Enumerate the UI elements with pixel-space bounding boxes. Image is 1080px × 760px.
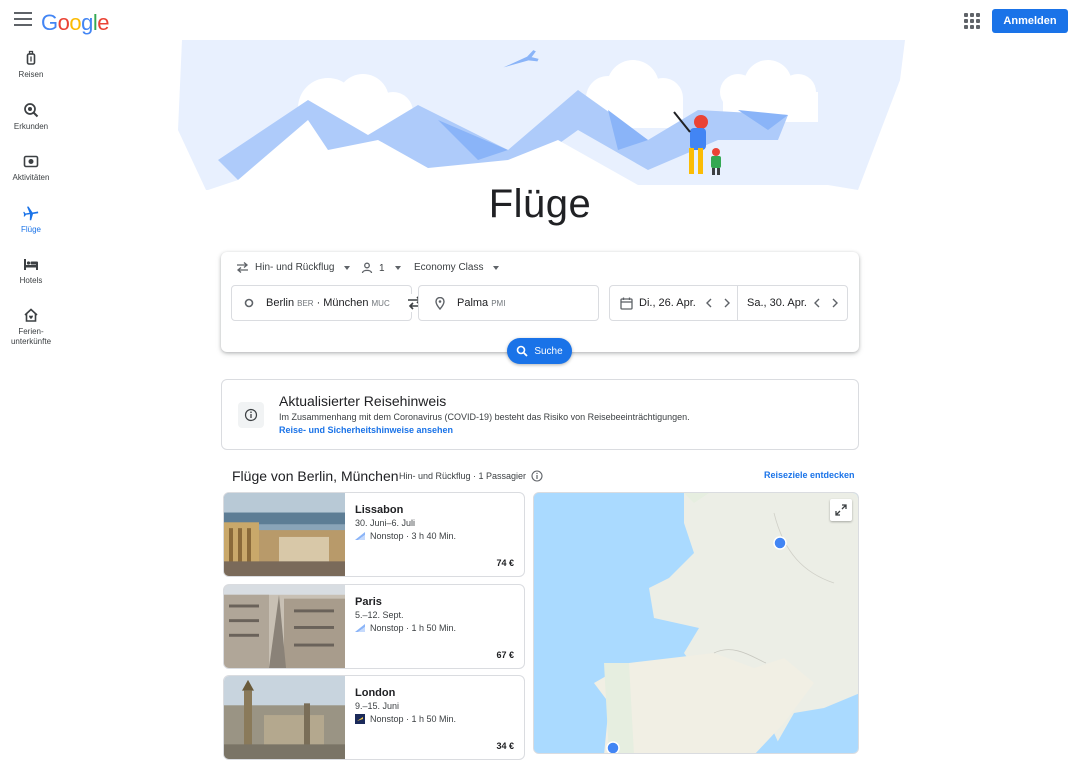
destination-stops: Nonstop · 1 h 50 Min. — [355, 714, 456, 724]
trip-type-select[interactable]: Hin- und Rückflug — [236, 262, 351, 273]
search-button-label: Suche — [534, 345, 563, 357]
destination-stops-text: Nonstop · 1 h 50 Min. — [370, 623, 457, 633]
house-icon — [24, 308, 38, 322]
origin-city-1: Berlin — [266, 297, 295, 309]
destination-dates: 30. Juni–6. Juli — [355, 518, 416, 528]
sidebar-item-hotels[interactable]: Hotels — [0, 256, 62, 286]
return-date[interactable]: Sa., 30. Apr. — [747, 297, 807, 309]
search-icon — [517, 345, 528, 357]
destination-field[interactable]: Palma PMI — [418, 285, 599, 321]
sidebar-item-reisen[interactable]: Reisen — [0, 50, 62, 80]
airline-logo-icon — [355, 624, 365, 632]
signin-button[interactable]: Anmelden — [992, 9, 1068, 33]
sidebar-label: Erkunden — [13, 122, 49, 131]
results-subtitle-text: Hin- und Rückflug · 1 Passagier — [399, 471, 527, 481]
notice-title: Aktualisierter Reisehinweis — [279, 393, 447, 409]
menu-icon[interactable] — [14, 12, 32, 26]
destination-stops-text: Nonstop · 1 h 50 Min. — [370, 714, 457, 724]
calendar-icon — [620, 297, 633, 310]
origin-city-2: München — [323, 297, 369, 309]
paris-photo — [224, 585, 345, 668]
hero-illustration — [178, 40, 905, 190]
luggage-icon — [26, 50, 36, 65]
map-canvas — [534, 493, 858, 753]
destination-price: 67 € — [496, 650, 514, 660]
origin-code-1: BER — [297, 298, 314, 308]
sidebar-item-ferienunterkuenfte[interactable]: Ferien- unterkünfte — [0, 307, 62, 347]
cabin-class-value: Economy Class — [414, 262, 484, 273]
sidebar-item-erkunden[interactable]: Erkunden — [0, 102, 62, 132]
trip-type-value: Hin- und Rückflug — [255, 262, 335, 273]
origin-field[interactable]: Berlin BER · München MUC — [231, 285, 412, 321]
destination-city: London — [355, 687, 396, 699]
travel-notice: Aktualisierter Reisehinweis Im Zusammenh… — [221, 379, 859, 450]
passengers-select[interactable]: 1 — [361, 262, 401, 274]
sidebar-label: Ferien- — [18, 327, 44, 336]
google-logo[interactable]: Google — [41, 10, 110, 36]
explore-icon — [24, 103, 39, 118]
location-pin-icon — [435, 296, 445, 310]
destination-price: 34 € — [496, 741, 514, 751]
sidebar-label: Hotels — [19, 276, 43, 285]
search-button[interactable]: Suche — [507, 338, 572, 364]
person-icon — [361, 262, 373, 274]
discover-destinations-link[interactable]: Reiseziele entdecken — [764, 470, 855, 480]
destination-city: Palma — [457, 297, 489, 309]
sidebar-label: Reisen — [18, 70, 44, 79]
origin-separator: · — [316, 297, 321, 309]
apps-grid-icon[interactable] — [964, 13, 980, 29]
chevron-down-icon — [493, 265, 500, 270]
chevron-left-icon[interactable] — [705, 298, 713, 308]
search-card: Hin- und Rückflug 1 Economy Class Berlin… — [221, 252, 859, 352]
destination-dates: 9.–15. Juni — [355, 701, 400, 711]
origin-circle-icon — [244, 298, 254, 308]
expand-map-icon[interactable] — [830, 499, 852, 521]
chevron-down-icon — [344, 265, 351, 270]
sidebar-label-line2: unterkünfte — [10, 337, 52, 346]
results-title: Flüge von Berlin, München — [232, 468, 399, 484]
destination-city: Paris — [355, 596, 382, 608]
destination-card-paris[interactable]: Paris 5.–12. Sept. Nonstop · 1 h 50 Min.… — [223, 584, 525, 669]
cabin-class-select[interactable]: Economy Class — [414, 262, 500, 273]
destination-price: 74 € — [496, 558, 514, 568]
chevron-right-icon[interactable] — [831, 298, 839, 308]
notice-link[interactable]: Reise- und Sicherheitshinweise ansehen — [279, 425, 453, 435]
destinations-map[interactable] — [533, 492, 859, 754]
chevron-right-icon[interactable] — [723, 298, 731, 308]
date-range-field[interactable]: Di., 26. Apr. Sa., 30. Apr. — [609, 285, 848, 321]
camera-icon — [23, 155, 39, 168]
chevron-down-icon — [394, 266, 401, 270]
notice-text: Im Zusammenhang mit dem Coronavirus (COV… — [279, 412, 690, 422]
passengers-value: 1 — [379, 262, 385, 274]
depart-date[interactable]: Di., 26. Apr. — [639, 297, 697, 309]
top-bar: Google Anmelden — [0, 0, 1080, 42]
info-icon — [238, 402, 264, 428]
date-divider — [737, 286, 738, 320]
info-icon[interactable] — [531, 470, 543, 482]
results-subtitle: Hin- und Rückflug · 1 Passagier — [399, 470, 543, 482]
destination-stops-text: Nonstop · 3 h 40 Min. — [370, 531, 457, 541]
bed-icon — [24, 259, 38, 270]
destination-stops: Nonstop · 3 h 40 Min. — [355, 531, 456, 541]
swap-arrows-icon — [236, 262, 249, 273]
destination-card-lissabon[interactable]: Lissabon 30. Juni–6. Juli Nonstop · 3 h … — [223, 492, 525, 577]
london-photo — [224, 676, 345, 759]
airline-logo-icon — [355, 714, 365, 724]
lissabon-photo — [224, 493, 345, 576]
destination-city: Lissabon — [355, 504, 404, 516]
page-title: Flüge — [488, 182, 592, 226]
destination-card-london[interactable]: London 9.–15. Juni Nonstop · 1 h 50 Min.… — [223, 675, 525, 760]
destination-code: PMI — [491, 298, 506, 308]
destination-dates: 5.–12. Sept. — [355, 610, 404, 620]
airline-logo-icon — [355, 532, 365, 540]
sidebar-item-aktivitaeten[interactable]: Aktivitäten — [0, 153, 62, 183]
chevron-left-icon[interactable] — [813, 298, 821, 308]
origin-code-2: MUC — [371, 298, 390, 308]
destination-stops: Nonstop · 1 h 50 Min. — [355, 623, 456, 633]
